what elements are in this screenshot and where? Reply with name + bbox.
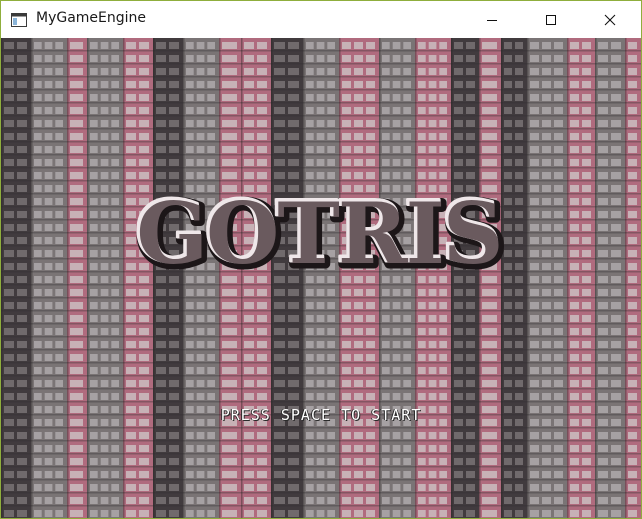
game-viewport[interactable]: GOTRIS GOTRIS GOTRIS PRESS SPACE TO STAR…: [1, 38, 641, 518]
close-button[interactable]: [587, 1, 633, 38]
maximize-button[interactable]: [528, 1, 574, 38]
title-bar[interactable]: MyGameEngine: [1, 1, 641, 38]
game-window: MyGameEngine GOTRIS GOTRIS GOTRIS PRESS …: [0, 0, 642, 519]
minimize-icon: [487, 19, 497, 21]
minimize-button[interactable]: [469, 1, 515, 38]
window-title: MyGameEngine: [36, 10, 147, 26]
maximize-icon: [546, 14, 556, 25]
start-prompt: PRESS SPACE TO START: [220, 406, 422, 424]
logo-text: GOTRIS: [136, 190, 501, 283]
close-icon: [604, 14, 616, 25]
window-app-icon: [11, 12, 27, 27]
game-logo: GOTRIS GOTRIS GOTRIS: [133, 190, 509, 286]
